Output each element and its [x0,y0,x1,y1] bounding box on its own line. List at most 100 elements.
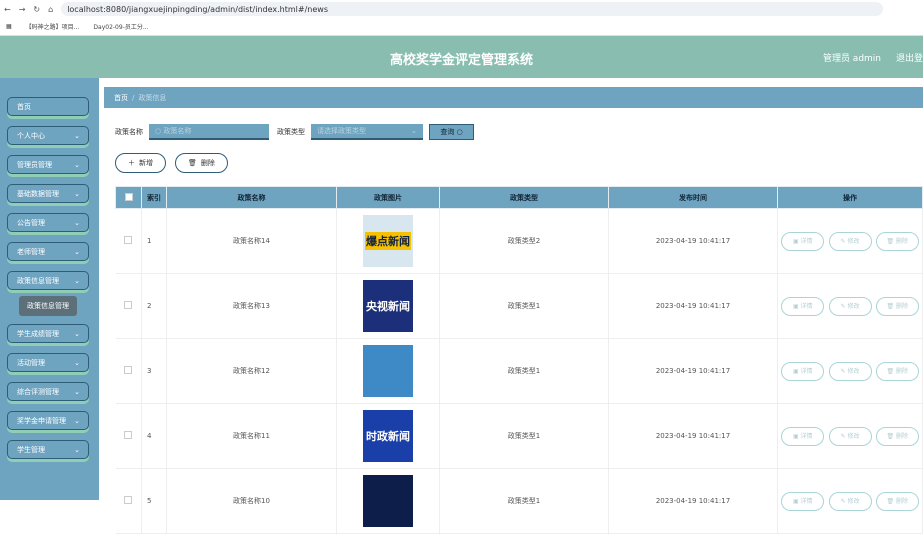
sidebar-item[interactable]: 政策信息管理 ⌄ [7,271,89,290]
sidebar-item[interactable]: 奖学金申请管理 ⌄ [7,411,89,430]
policy-image[interactable]: 时政新闻 [363,410,413,462]
policy-image-cell: 时政新闻 [336,403,440,469]
sidebar-item-label: 活动管理 [17,358,45,367]
sidebar-subitem-active[interactable]: 政策信息管理 [19,296,77,316]
sidebar-item[interactable]: 活动管理 ⌄ [7,353,89,372]
policy-image[interactable] [363,475,413,527]
address-bar[interactable]: localhost:8080/jiangxuejinpingding/admin… [61,2,883,16]
query-button[interactable]: 查询 ○ [429,124,474,140]
sidebar-item[interactable]: 综合评测管理 ⌄ [7,382,89,401]
chevron-down-icon: ⌄ [74,189,80,198]
image-caption: 央视新闻 [366,300,410,313]
policy-type-select[interactable]: 请选择政策类型 ⌄ [311,124,423,140]
apps-icon[interactable]: ▦ [6,23,12,30]
select-all-checkbox[interactable] [124,192,133,201]
chevron-down-icon: ⌄ [74,387,80,396]
publish-time: 2023-04-19 10:41:17 [608,403,778,469]
policy-image[interactable]: 央视新闻 [363,280,413,332]
app-header: 高校奖学金评定管理系统 管理员 admin 退出登 [0,36,923,78]
policy-image[interactable]: 爆点新闻 [363,215,413,267]
policy-name: 政策名称12 [166,338,337,404]
chevron-down-icon: ⌄ [74,329,80,338]
policy-name: 政策名称10 [166,468,337,534]
sidebar-item-label: 基础数据管理 [17,189,59,198]
row-delete-button[interactable]: 🗑 删除 [875,491,919,511]
row-delete-button[interactable]: 🗑 删除 [875,296,919,316]
row-delete-button[interactable]: 🗑 删除 [875,361,919,381]
sidebar-item[interactable]: 个人中心 ⌄ [7,126,89,145]
col-header: 政策类型 [439,186,609,209]
policy-name-input[interactable]: ○ 政策名称 [149,124,269,140]
edit-button[interactable]: ✎ 修改 [828,361,872,381]
add-button[interactable]: ＋ 新增 [115,153,166,173]
home-icon[interactable]: ⌂ [48,5,53,14]
sidebar-item[interactable]: 基础数据管理 ⌄ [7,184,89,203]
placeholder: 请选择政策类型 [317,127,366,135]
bookmarks-bar: ▦ 【码神之路】项目... Day02-09-员工分... [0,18,923,36]
bookmark[interactable]: Day02-09-员工分... [93,22,148,31]
row-delete-button[interactable]: 🗑 删除 [875,231,919,251]
policy-image-cell: 央视新闻 [336,273,440,339]
detail-button[interactable]: ▣ 详情 [781,231,825,251]
chevron-down-icon: ⌄ [74,218,80,227]
row-actions: ▣ 详情 ✎ 修改 🗑 删除 [777,273,923,339]
edit-button[interactable]: ✎ 修改 [828,296,872,316]
add-label: 新增 [139,159,153,167]
image-caption: 爆点新闻 [365,232,411,250]
detail-button[interactable]: ▣ 详情 [781,361,825,381]
edit-label: 修改 [847,432,860,440]
forward-icon[interactable]: → [19,5,26,14]
row-checkbox[interactable] [124,301,133,309]
sidebar-item[interactable]: 首页 [7,97,89,116]
sidebar-item-label: 政策信息管理 [17,276,59,285]
sidebar-item-label: 个人中心 [17,131,45,140]
policy-type: 政策类型1 [439,273,609,339]
chevron-down-icon: ⌄ [74,276,80,285]
breadcrumb-home[interactable]: 首页 [114,93,128,103]
sidebar-item[interactable]: 老师管理 ⌄ [7,242,89,261]
col-header: 操作 [777,186,923,209]
delete-button[interactable]: 🗑 删除 [175,153,228,173]
policy-image[interactable] [363,345,413,397]
row-checkbox[interactable] [124,366,133,374]
delete-label: 删除 [895,302,908,310]
detail-button[interactable]: ▣ 详情 [781,296,825,316]
edit-label: 修改 [847,497,860,505]
edit-label: 修改 [847,302,860,310]
bookmark[interactable]: 【码神之路】项目... [26,22,80,31]
sidebar-item[interactable]: 管理员管理 ⌄ [7,155,89,174]
row-checkbox[interactable] [124,496,133,504]
breadcrumb-separator: / [132,93,135,102]
sidebar-item[interactable]: 公告管理 ⌄ [7,213,89,232]
reload-icon[interactable]: ↻ [33,5,40,14]
policy-name: 政策名称13 [166,273,337,339]
row-checkbox[interactable] [124,236,133,244]
edit-button[interactable]: ✎ 修改 [828,426,872,446]
row-actions: ▣ 详情 ✎ 修改 🗑 删除 [777,208,923,274]
detail-label: 详情 [800,302,813,310]
row-actions: ▣ 详情 ✎ 修改 🗑 删除 [777,403,923,469]
detail-button[interactable]: ▣ 详情 [781,491,825,511]
publish-time: 2023-04-19 10:41:17 [608,338,778,404]
detail-label: 详情 [800,432,813,440]
search-icon: ○ [155,127,164,135]
sidebar-item[interactable]: 学生成绩管理 ⌄ [7,324,89,343]
app-title: 高校奖学金评定管理系统 [389,53,533,68]
delete-label: 删除 [895,432,908,440]
row-actions: ▣ 详情 ✎ 修改 🗑 删除 [777,468,923,534]
row-checkbox[interactable] [124,431,133,439]
detail-button[interactable]: ▣ 详情 [781,426,825,446]
edit-button[interactable]: ✎ 修改 [828,491,872,511]
search-icon: ○ [456,128,463,136]
row-delete-button[interactable]: 🗑 删除 [875,426,919,446]
policy-name: 政策名称11 [166,403,337,469]
row-index: 4 [141,403,167,469]
policy-type: 政策类型1 [439,338,609,404]
detail-label: 详情 [800,497,813,505]
back-icon[interactable]: ← [4,5,11,14]
sidebar-item[interactable]: 学生管理 ⌄ [7,440,89,459]
edit-button[interactable]: ✎ 修改 [828,231,872,251]
logout-button[interactable]: 退出登 [896,51,923,64]
chevron-down-icon: ⌄ [74,416,80,425]
table-row: 3 政策名称12 政策类型1 2023-04-19 10:41:17 ▣ 详情 … [115,338,923,404]
